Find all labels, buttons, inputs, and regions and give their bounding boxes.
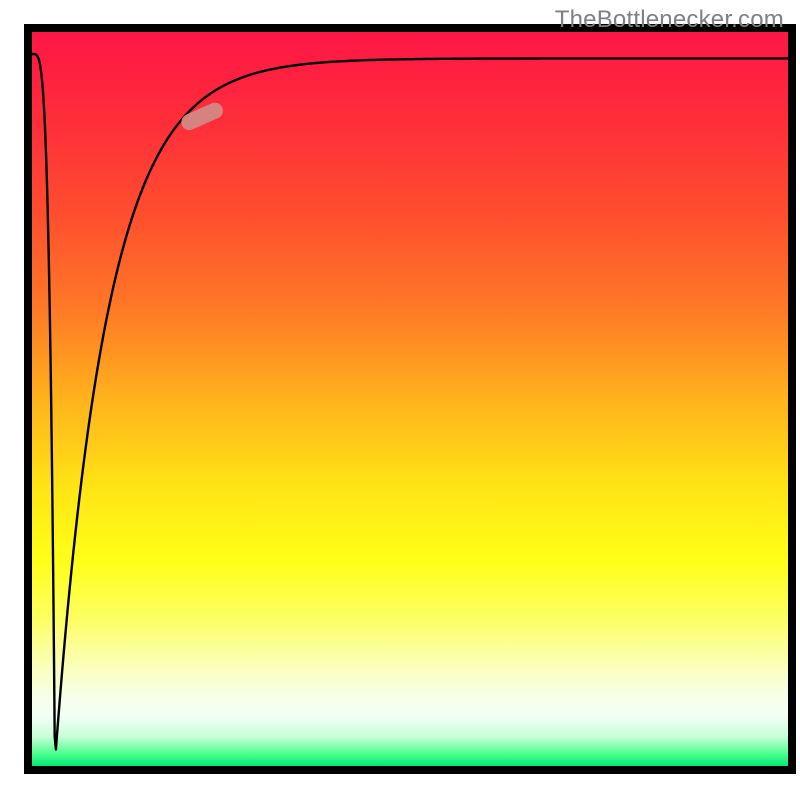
chart-svg bbox=[0, 0, 800, 800]
chart-stage: TheBottlenecker.com bbox=[0, 0, 800, 800]
plot-background bbox=[32, 32, 788, 766]
